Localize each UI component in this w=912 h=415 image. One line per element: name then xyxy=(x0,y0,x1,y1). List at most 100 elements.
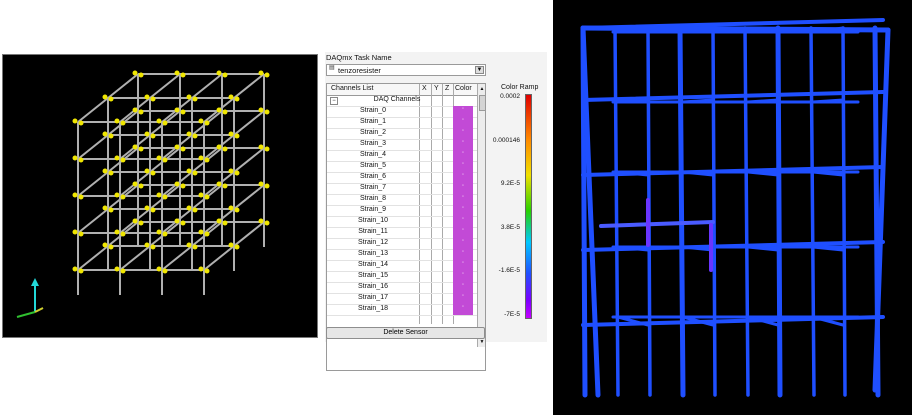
color-swatch[interactable]: ▫ xyxy=(453,161,473,172)
col-x: X xyxy=(422,85,427,92)
frame-wire-model xyxy=(16,70,270,318)
front-beam xyxy=(581,90,885,102)
ramp-tick: 3.8E-5 xyxy=(500,224,520,231)
color-swatch[interactable]: ▫ xyxy=(453,139,473,150)
sensor-dot xyxy=(102,94,108,100)
channel-name: Strain_4 xyxy=(359,151,387,158)
sensor-dot xyxy=(234,207,240,213)
sensor-dot xyxy=(222,220,228,226)
sensor-dot xyxy=(138,72,144,78)
color-swatch[interactable]: ▫ xyxy=(453,238,473,249)
color-swatch[interactable]: ▫ xyxy=(453,271,473,282)
left-3d-view[interactable] xyxy=(2,54,318,338)
sensor-dot xyxy=(120,268,126,274)
color-swatch[interactable]: ▫ xyxy=(453,282,473,293)
sensor-dot xyxy=(102,205,108,211)
sensor-dot xyxy=(132,144,138,150)
channel-name: Strain_10 xyxy=(358,217,388,224)
sensor-dot xyxy=(180,220,186,226)
sensor-dot xyxy=(258,70,264,76)
axis-arrow-icon xyxy=(31,278,39,286)
sensor-dot xyxy=(120,194,126,200)
sensor-dot xyxy=(162,120,168,126)
color-swatch[interactable]: ▫ xyxy=(453,216,473,227)
tube-column xyxy=(841,26,847,397)
channel-name: Strain_6 xyxy=(359,173,387,180)
sensor-dot xyxy=(198,155,204,161)
tube-column xyxy=(613,26,620,397)
ramp-tick: 0.000146 xyxy=(492,137,520,144)
sensor-dot xyxy=(72,266,78,272)
sensor-dot xyxy=(102,131,108,137)
color-swatch[interactable]: ▫ xyxy=(453,106,473,117)
ramp-tick: -1.6E-5 xyxy=(498,267,520,274)
sensor-dot xyxy=(216,107,222,113)
channel-name: Strain_16 xyxy=(358,283,388,290)
vertical-scrollbar[interactable]: ▲ ▼ xyxy=(477,84,485,347)
sensor-dot xyxy=(264,146,270,152)
ramp-tick: -7E-5 xyxy=(504,311,520,318)
sensor-dot xyxy=(222,183,228,189)
color-swatch[interactable]: ▫ xyxy=(453,128,473,139)
sensor-dot xyxy=(150,207,156,213)
color-swatch[interactable]: ▫ xyxy=(453,150,473,161)
color-swatch[interactable]: ▫ xyxy=(453,249,473,260)
tube-column xyxy=(775,25,783,398)
sensor-dot xyxy=(222,72,228,78)
sensor-dot xyxy=(258,107,264,113)
sensor-dot xyxy=(204,120,210,126)
sensor-dot xyxy=(186,94,192,100)
color-swatch[interactable]: ▫ xyxy=(453,260,473,271)
sensor-dot xyxy=(228,168,234,174)
sensor-dot xyxy=(174,181,180,187)
sensor-dot xyxy=(138,183,144,189)
sensor-dot xyxy=(234,96,240,102)
sensor-dot xyxy=(162,268,168,274)
sensor-dot xyxy=(156,192,162,198)
color-swatch[interactable]: ▫ xyxy=(453,172,473,183)
channel-name: Strain_15 xyxy=(358,272,388,279)
color-ramp-bar xyxy=(525,94,532,319)
sensor-dot xyxy=(114,266,120,272)
scroll-thumb[interactable] xyxy=(479,95,485,111)
color-swatch[interactable]: ▫ xyxy=(453,117,473,128)
sensor-dot xyxy=(162,194,168,200)
right-3d-view[interactable] xyxy=(553,0,912,415)
sensor-dot xyxy=(150,244,156,250)
scroll-up-icon[interactable]: ▲ xyxy=(478,84,485,94)
delete-sensor-button[interactable]: Delete Sensor xyxy=(326,327,485,339)
sensor-dot xyxy=(114,155,120,161)
sensor-dot xyxy=(162,157,168,163)
sensor-dot xyxy=(72,192,78,198)
sensor-dot xyxy=(78,268,84,274)
sensor-dot xyxy=(78,157,84,163)
channel-name: Strain_12 xyxy=(358,239,388,246)
sensor-dot xyxy=(258,144,264,150)
sensor-dot xyxy=(78,194,84,200)
sensor-dot xyxy=(114,192,120,198)
sensor-dot xyxy=(144,205,150,211)
col-y: Y xyxy=(434,85,439,92)
sensor-dot xyxy=(108,207,114,213)
table-row[interactable]: Strain_18 ▫ xyxy=(327,304,477,316)
color-swatch[interactable]: ▫ xyxy=(453,205,473,216)
color-swatch[interactable]: ▫ xyxy=(453,293,473,304)
sensor-dot xyxy=(72,155,78,161)
sensor-dot xyxy=(150,170,156,176)
color-swatch[interactable]: ▫ xyxy=(453,194,473,205)
color-swatch[interactable]: ▫ xyxy=(453,227,473,238)
color-swatch[interactable]: ▫ xyxy=(453,304,473,315)
axis-x-icon xyxy=(16,311,36,318)
sensor-dot xyxy=(120,157,126,163)
channel-name: Strain_5 xyxy=(359,162,387,169)
sensor-dot xyxy=(216,144,222,150)
sensor-dot xyxy=(192,170,198,176)
collapse-icon[interactable]: − xyxy=(330,97,338,105)
axis-z-icon xyxy=(34,307,44,313)
color-swatch[interactable]: ▫ xyxy=(453,183,473,194)
channel-name: Strain_3 xyxy=(359,140,387,147)
col-z: Z xyxy=(445,85,450,92)
task-name-select[interactable]: ▤ tenzoresister ▼ xyxy=(326,64,486,76)
chevron-down-icon[interactable]: ▼ xyxy=(475,66,484,74)
group-label: DAQ Channels xyxy=(373,96,421,103)
